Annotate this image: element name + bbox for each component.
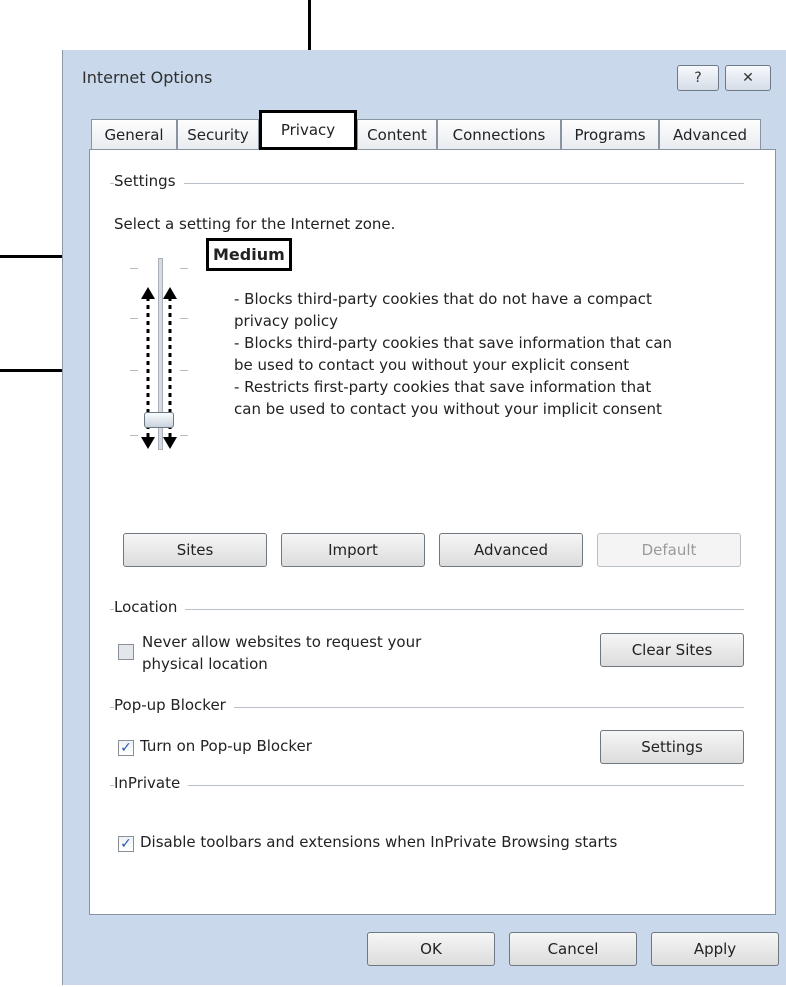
popup-group-label: Pop-up Blocker <box>114 696 234 714</box>
slider-thumb[interactable] <box>144 412 174 428</box>
privacy-description-line: - Blocks third-party cookies that do not… <box>234 290 652 308</box>
privacy-description-line: - Blocks third-party cookies that save i… <box>234 334 673 352</box>
clear-sites-button[interactable]: Clear Sites <box>600 633 744 667</box>
internet-options-window: Internet Options ? ✕ General Security Pr… <box>62 50 786 985</box>
location-checkbox[interactable] <box>118 644 134 660</box>
popup-settings-button[interactable]: Settings <box>600 730 744 764</box>
inprivate-checkbox[interactable]: ✓ <box>118 836 134 852</box>
tab-advanced[interactable]: Advanced <box>659 119 761 149</box>
apply-button[interactable]: Apply <box>651 932 779 966</box>
privacy-description-line: be used to contact you without your expl… <box>234 356 630 374</box>
ok-button[interactable]: OK <box>367 932 495 966</box>
inprivate-checkbox-label: Disable toolbars and extensions when InP… <box>140 833 618 851</box>
help-button[interactable]: ? <box>677 65 719 91</box>
tab-security[interactable]: Security <box>177 119 259 149</box>
import-button[interactable]: Import <box>281 533 425 567</box>
inprivate-group-label: InPrivate <box>114 774 189 792</box>
close-button[interactable]: ✕ <box>725 65 771 91</box>
checkmark-icon: ✓ <box>120 740 132 756</box>
checkmark-icon: ✓ <box>120 836 132 852</box>
popup-checkbox-label: Turn on Pop-up Blocker <box>140 737 312 755</box>
tab-content[interactable]: Content <box>357 119 437 149</box>
zone-prompt: Select a setting for the Internet zone. <box>114 215 396 233</box>
cancel-button[interactable]: Cancel <box>509 932 637 966</box>
location-group-label: Location <box>114 598 186 616</box>
tab-connections[interactable]: Connections <box>437 119 561 149</box>
location-checkbox-label: physical location <box>142 655 268 673</box>
default-button[interactable]: Default <box>597 533 741 567</box>
sites-button[interactable]: Sites <box>123 533 267 567</box>
privacy-panel: Settings Select a setting for the Intern… <box>89 149 776 915</box>
settings-group-label: Settings <box>114 172 184 190</box>
popup-checkbox[interactable]: ✓ <box>118 740 134 756</box>
close-icon: ✕ <box>742 70 754 86</box>
privacy-description-line: privacy policy <box>234 312 338 330</box>
privacy-level-name: Medium <box>206 238 292 271</box>
privacy-description-line: can be used to contact you without your … <box>234 400 662 418</box>
location-checkbox-label: Never allow websites to request your <box>142 633 422 651</box>
window-title: Internet Options <box>82 68 213 87</box>
privacy-description-line: - Restricts first-party cookies that sav… <box>234 378 652 396</box>
tab-programs[interactable]: Programs <box>561 119 659 149</box>
advanced-button[interactable]: Advanced <box>439 533 583 567</box>
tab-privacy[interactable]: Privacy <box>259 110 357 150</box>
tab-general[interactable]: General <box>91 119 177 149</box>
